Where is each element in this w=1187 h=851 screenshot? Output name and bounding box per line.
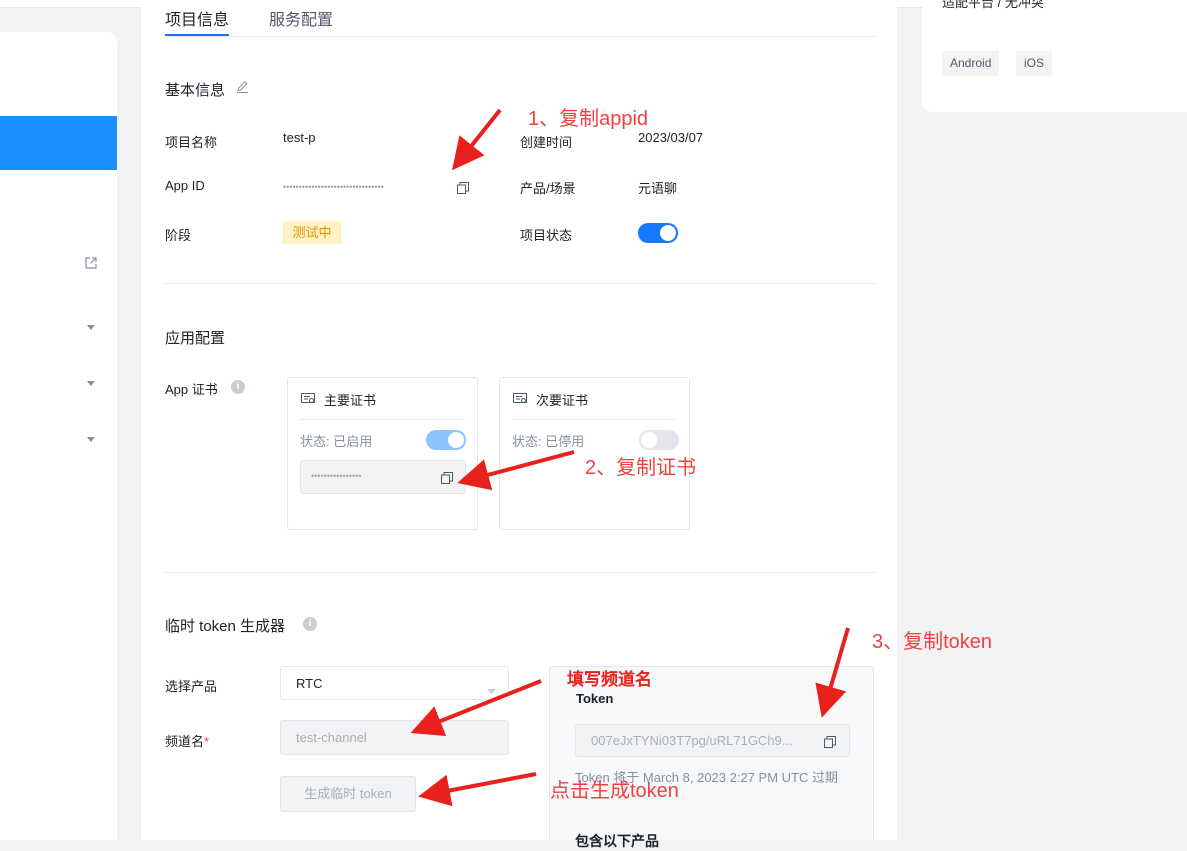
arrow-channel xyxy=(410,679,542,736)
annotation-step2: 2、复制证书 xyxy=(585,457,697,479)
annotation-step3: 3、复制token xyxy=(872,631,993,653)
arrow-generate xyxy=(418,772,537,807)
arrow-token xyxy=(815,627,850,718)
arrow-cert xyxy=(457,450,575,491)
annotation-step1: 1、复制appid xyxy=(528,108,649,130)
annotation-click-generate: 点击生成token xyxy=(550,780,679,802)
arrow-appid xyxy=(452,108,502,171)
annotation-fill-channel: 填写频道名 xyxy=(567,670,652,689)
